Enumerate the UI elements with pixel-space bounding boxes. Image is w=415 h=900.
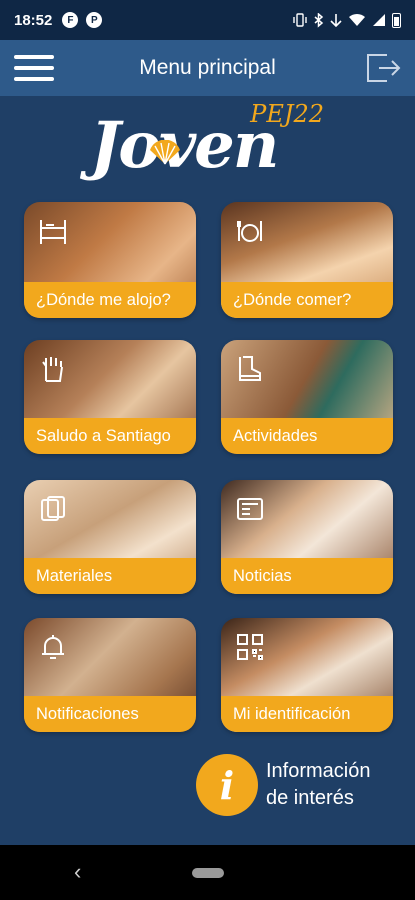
info-label: Información de interés [266,758,371,812]
menu-line-icon [14,55,54,59]
menu-line-icon [14,77,54,81]
tile-label: Materiales [36,566,113,585]
tile-where-to-stay[interactable]: ¿Dónde me alojo? [24,202,196,318]
info-label-line1: Información [266,760,371,782]
tile-label-bar: Mi identificación [221,696,393,732]
tile-notifications[interactable]: Notificaciones [24,618,196,732]
tile-materials[interactable]: Materiales [24,480,196,594]
tile-label-bar: Noticias [221,558,393,594]
flipboard-notification-icon: F [62,12,79,28]
app-header: Menu principal [0,40,415,96]
tile-label: Mi identificación [233,704,351,723]
menu-line-icon [14,66,54,70]
vibrate-icon [293,13,307,27]
back-chevron-icon[interactable]: ‹ [74,859,81,885]
tile-label-bar: ¿Dónde me alojo? [24,282,196,318]
qr-code-icon [235,632,265,662]
tile-label-bar: Saludo a Santiago [24,418,196,454]
logout-icon [367,54,401,82]
tile-activities[interactable]: Actividades [221,340,393,454]
home-pill-button[interactable] [191,867,224,878]
app-logo: Joven PEJ22 [90,100,330,192]
bell-icon [38,632,68,662]
pinterest-notification-icon: P [86,12,103,28]
tile-my-identification[interactable]: Mi identificación [221,618,393,732]
tile-news[interactable]: Noticias [221,480,393,594]
tile-label: Notificaciones [36,704,139,723]
documents-icon [38,494,68,524]
info-icon: i [196,754,258,816]
info-glyph: i [219,762,235,808]
bunk-bed-icon [38,216,68,246]
logo-tag-text: PEJ22 [250,100,324,128]
newspaper-icon [235,494,265,524]
bluetooth-icon [314,12,324,28]
logout-button[interactable] [365,52,401,84]
hamburger-menu-button[interactable] [14,52,54,84]
status-indicators [292,12,401,28]
wifi-icon [349,13,365,26]
signal-icon [373,14,385,26]
tile-label: ¿Dónde me alojo? [36,290,171,309]
tile-greet-santiago[interactable]: Saludo a Santiago [24,340,196,454]
system-nav-bar: ‹ [0,845,415,900]
battery-icon [392,12,401,28]
tile-label-bar: Materiales [24,558,196,594]
hand-icon [38,354,68,384]
tile-label: ¿Dónde comer? [233,290,352,309]
hiking-boot-icon [235,354,265,384]
tile-label: Actividades [233,426,318,445]
tile-where-to-eat[interactable]: ¿Dónde comer? [221,202,393,318]
page-title: Menu principal [139,56,276,79]
info-of-interest-button[interactable]: i Información de interés [196,752,396,818]
scallop-shell-icon [150,140,180,165]
tile-label: Noticias [233,566,292,585]
status-time: 18:52 [14,11,53,29]
dining-icon [235,216,265,246]
tile-label: Saludo a Santiago [36,426,171,445]
info-label-line2: de interés [266,787,354,809]
data-saver-icon [330,14,342,27]
tile-label-bar: Notificaciones [24,696,196,732]
tile-label-bar: Actividades [221,418,393,454]
status-bar: 18:52 F P [0,0,415,40]
tile-label-bar: ¿Dónde comer? [221,282,393,318]
